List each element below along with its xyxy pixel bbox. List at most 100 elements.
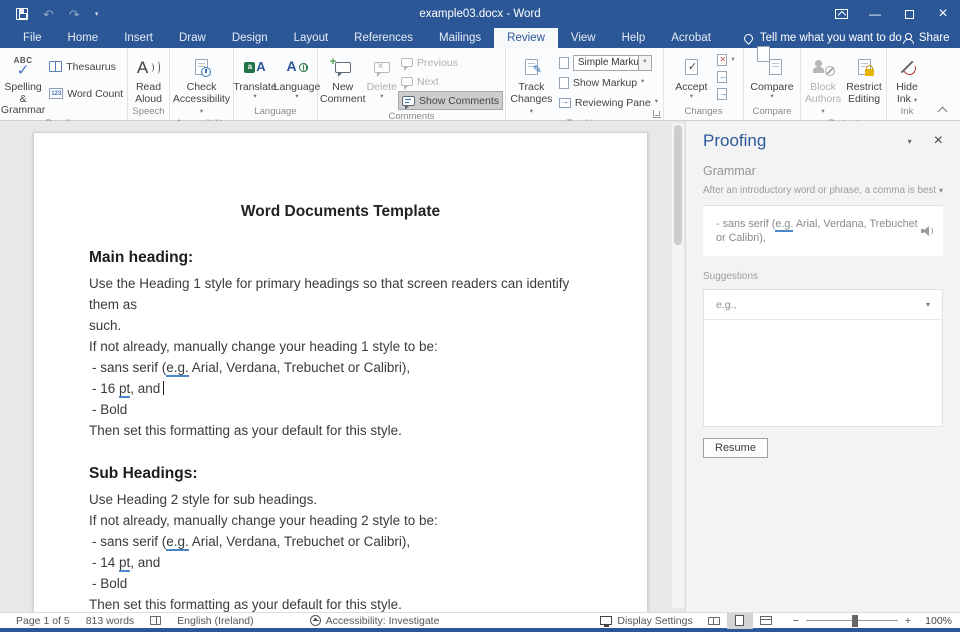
save-icon[interactable]: [16, 8, 28, 20]
suggestion-caret-icon[interactable]: ▾: [926, 301, 930, 309]
print-layout-button[interactable]: [727, 613, 753, 629]
vertical-scrollbar[interactable]: [672, 123, 684, 608]
spelling-grammar-button[interactable]: ABC ✓ Spelling & Grammar: [1, 51, 45, 117]
group-accessibility: Check Accessibility ▾ Accessibility: [170, 48, 234, 120]
check-accessibility-button[interactable]: Check Accessibility ▾: [172, 51, 231, 117]
resume-button[interactable]: Resume: [703, 438, 768, 458]
previous-change-icon: [717, 71, 727, 83]
reviewing-pane-button[interactable]: Reviewing Pane ▾: [556, 93, 661, 112]
block-authors-button[interactable]: Block Authors ▾: [803, 51, 843, 117]
zoom-in-button[interactable]: +: [905, 615, 911, 627]
zoom-slider[interactable]: [806, 620, 898, 622]
previous-comment-button[interactable]: Previous: [398, 53, 503, 72]
web-layout-button[interactable]: [753, 613, 779, 629]
read-aloud-button[interactable]: A Read Aloud: [135, 51, 162, 105]
close-button[interactable]: ×: [926, 0, 960, 28]
tab-help[interactable]: Help: [609, 28, 659, 48]
collapse-ribbon-button[interactable]: [938, 106, 946, 114]
language-button[interactable]: A Language ▾: [277, 51, 317, 105]
minimize-button[interactable]: —: [858, 0, 892, 28]
doc-paragraph: Use the Heading 1 style for primary head…: [89, 273, 592, 315]
tab-design[interactable]: Design: [219, 28, 281, 48]
dropdown-caret-icon: ▾: [200, 108, 203, 115]
suggestions-empty-area: [704, 320, 942, 426]
qat-customize-caret-icon[interactable]: ▾: [95, 10, 99, 18]
tab-draw[interactable]: Draw: [166, 28, 219, 48]
scrollbar-thumb[interactable]: [674, 125, 682, 245]
pane-close-icon[interactable]: ×: [934, 133, 943, 149]
accessibility-status[interactable]: Accessibility: Investigate: [302, 615, 448, 627]
tab-home[interactable]: Home: [55, 28, 112, 48]
previous-change-button[interactable]: [714, 70, 737, 84]
zoom-out-button[interactable]: −: [793, 615, 799, 627]
document-area[interactable]: Word Documents Template Main heading: Us…: [0, 121, 685, 612]
new-comment-button[interactable]: + New Comment: [320, 51, 366, 110]
tab-view[interactable]: View: [558, 28, 609, 48]
markup-dropdown-button[interactable]: ▾: [639, 55, 652, 71]
tab-references[interactable]: References: [341, 28, 426, 48]
delete-comment-button[interactable]: ✕ Delete ▾: [367, 51, 398, 110]
display-settings-button[interactable]: Display Settings: [592, 615, 700, 627]
issue-collapse-caret-icon[interactable]: ▾: [939, 187, 943, 195]
redo-icon[interactable]: ↷: [69, 8, 80, 21]
zoom-percentage[interactable]: 100%: [918, 615, 952, 627]
translate-button[interactable]: a A Translate ▾: [234, 51, 276, 105]
word-count-indicator[interactable]: 813 words: [78, 615, 142, 627]
thesaurus-button[interactable]: Thesaurus: [46, 57, 126, 76]
ribbon-display-options-button[interactable]: [824, 0, 858, 28]
show-markup-button[interactable]: Show Markup ▾: [556, 73, 661, 92]
web-layout-icon: [760, 616, 772, 625]
compare-button[interactable]: Compare ▾: [750, 51, 793, 105]
share-label: Share: [919, 32, 950, 44]
doc-list-line: - 16 pt, and: [89, 378, 592, 399]
pane-menu-caret-icon[interactable]: ▾: [908, 137, 912, 146]
doc-list-line: - Bold: [89, 573, 592, 594]
share-button[interactable]: Share: [902, 28, 960, 48]
track-changes-button[interactable]: ✎ Track Changes ▾: [508, 51, 555, 117]
word-count-button[interactable]: 123 Word Count: [46, 84, 126, 103]
tab-layout[interactable]: Layout: [281, 28, 342, 48]
person-icon: [902, 33, 913, 44]
grammar-underline: pt: [119, 381, 130, 398]
tracking-dialog-launcher[interactable]: [653, 110, 661, 118]
read-mode-button[interactable]: [701, 613, 727, 629]
suggestions-label: Suggestions: [703, 271, 943, 282]
spelling-icon: ABC ✓: [14, 54, 33, 80]
tab-insert[interactable]: Insert: [111, 28, 166, 48]
doc-paragraph: If not already, manually change your hea…: [89, 336, 592, 357]
page-indicator[interactable]: Page 1 of 5: [8, 615, 78, 627]
undo-icon[interactable]: ↶: [43, 8, 54, 21]
accept-button[interactable]: ✓ Accept ▾: [669, 51, 713, 105]
document-page[interactable]: Word Documents Template Main heading: Us…: [33, 132, 648, 612]
language-indicator[interactable]: English (Ireland): [169, 615, 261, 627]
restrict-editing-button[interactable]: Restrict Editing: [844, 51, 884, 117]
reviewing-pane-icon: [559, 98, 571, 108]
proofing-status[interactable]: [142, 616, 169, 625]
group-language: a A Translate ▾ A Language ▾ Language: [234, 48, 318, 120]
markup-combobox[interactable]: Simple Markup ▾: [573, 55, 652, 71]
read-aloud-icon: A: [137, 54, 160, 80]
tell-me-box[interactable]: Tell me what you want to do: [744, 28, 902, 48]
hide-ink-button[interactable]: Hide Ink ▾: [896, 51, 918, 105]
window-title: example03.docx - Word: [0, 8, 960, 20]
reject-button[interactable]: ▾: [714, 53, 737, 67]
maximize-button[interactable]: [892, 0, 926, 28]
grammar-sentence-card[interactable]: - sans serif (e.g. Arial, Verdana, Trebu…: [703, 206, 943, 256]
doc-paragraph: If not already, manually change your hea…: [89, 510, 592, 531]
suggestion-item[interactable]: e.g., ▾: [704, 290, 942, 320]
pane-issue-row[interactable]: After an introductory word or phrase, a …: [703, 185, 943, 196]
next-comment-button[interactable]: Next: [398, 72, 503, 91]
read-sentence-speaker-icon[interactable]: [921, 226, 935, 236]
tab-mailings[interactable]: Mailings: [426, 28, 494, 48]
next-comment-icon: [401, 77, 413, 86]
next-change-button[interactable]: [714, 87, 737, 101]
tab-file[interactable]: File: [10, 28, 55, 48]
monitor-icon: [600, 616, 612, 625]
zoom-slider-thumb[interactable]: [852, 615, 858, 627]
show-comments-button[interactable]: Show Comments: [398, 91, 503, 110]
close-icon: ×: [938, 6, 947, 22]
status-bar: Page 1 of 5 813 words English (Ireland) …: [0, 612, 960, 628]
new-comment-icon: +: [335, 54, 351, 80]
tab-acrobat[interactable]: Acrobat: [658, 28, 724, 48]
tab-review[interactable]: Review: [494, 28, 558, 48]
